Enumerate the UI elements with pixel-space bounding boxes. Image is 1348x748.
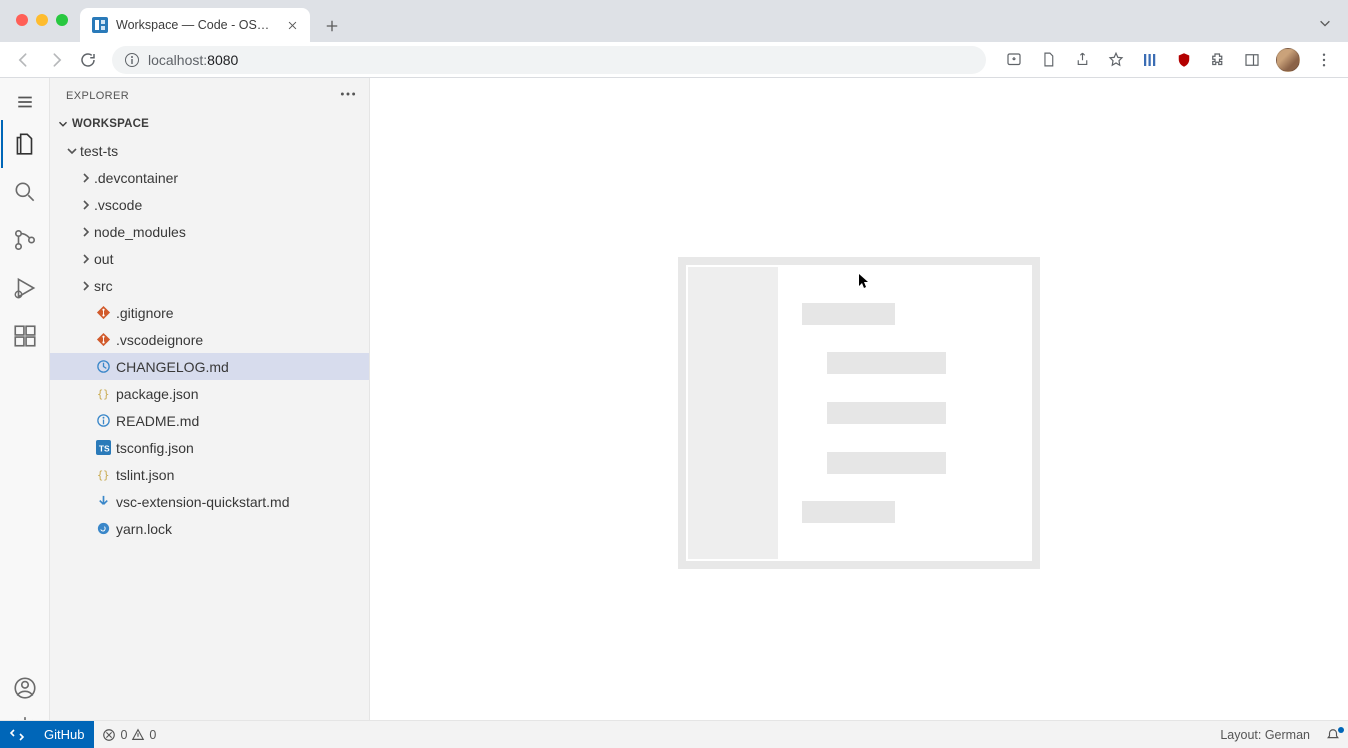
browser-tab[interactable]: Workspace — Code - OSS Dev [80,8,310,42]
site-info-icon[interactable] [124,52,140,68]
git-icon [94,305,112,321]
notifications-button[interactable] [1318,721,1348,748]
activity-debug-button[interactable] [1,264,49,312]
file-name-label: .gitignore [116,305,174,321]
activity-search-button[interactable] [1,168,49,216]
window-minimize-button[interactable] [36,14,48,26]
install-app-icon[interactable] [1004,50,1024,70]
file-name-label: test-ts [80,143,118,159]
extension-dashlane-icon[interactable] [1140,50,1160,70]
twistie-icon[interactable] [78,170,94,186]
activity-bar [0,78,50,748]
activity-extensions-button[interactable] [1,312,49,360]
twistie-icon[interactable] [78,251,94,267]
extension-ublock-icon[interactable] [1174,50,1194,70]
file-row[interactable]: TS tsconfig.json [50,434,369,461]
twistie-icon[interactable] [78,278,94,294]
folder-row[interactable]: src [50,272,369,299]
activity-scm-button[interactable] [1,216,49,264]
address-bar[interactable]: localhost:8080 [112,46,986,74]
svg-text:TS: TS [98,443,109,453]
file-row[interactable]: README.md [50,407,369,434]
ts-icon: TS [94,440,112,456]
info-icon [94,413,112,429]
nav-back-button[interactable] [14,50,34,70]
svg-text:{}: {} [96,388,108,400]
file-name-label: .devcontainer [94,170,178,186]
folder-row[interactable]: out [50,245,369,272]
tabstrip-menu-button[interactable] [1318,16,1332,33]
tab-close-button[interactable] [284,17,300,33]
notification-dot-icon [1338,727,1344,733]
file-row[interactable]: yarn.lock [50,515,369,542]
folder-row[interactable]: node_modules [50,218,369,245]
status-bar: GitHub 0 0 Layout: German [0,720,1348,748]
explorer-title: EXPLORER [66,90,129,102]
file-name-label: CHANGELOG.md [116,359,229,375]
file-icon[interactable] [1038,50,1058,70]
file-name-label: out [94,251,113,267]
folder-row[interactable]: .vscode [50,191,369,218]
file-row[interactable]: {} package.json [50,380,369,407]
app-menu-button[interactable] [1,84,49,120]
file-row[interactable]: .vscodeignore [50,326,369,353]
cursor-arrow-icon [858,273,870,292]
activity-account-button[interactable] [1,668,49,708]
json-icon: {} [94,386,112,402]
tab-favicon-icon [92,17,108,33]
file-name-label: README.md [116,413,199,429]
file-name-label: tslint.json [116,467,174,483]
git-icon [94,332,112,348]
bookmark-star-icon[interactable] [1106,50,1126,70]
folder-row[interactable]: test-ts [50,137,369,164]
file-name-label: yarn.lock [116,521,172,537]
problems-status-button[interactable]: 0 0 [94,721,164,748]
file-row[interactable]: CHANGELOG.md [50,353,369,380]
window-close-button[interactable] [16,14,28,26]
twistie-icon[interactable] [78,224,94,240]
workspace-label: WORKSPACE [72,118,149,130]
twistie-icon[interactable] [64,143,80,159]
file-name-label: src [94,278,113,294]
file-name-label: package.json [116,386,199,402]
file-name-label: node_modules [94,224,186,240]
explorer-more-button[interactable] [339,85,357,106]
file-row[interactable]: {} tslint.json [50,461,369,488]
json-icon: {} [94,467,112,483]
extensions-button[interactable] [1208,50,1228,70]
reload-button[interactable] [78,50,98,70]
file-name-label: .vscode [94,197,142,213]
svg-text:{}: {} [96,469,108,481]
file-name-label: vsc-extension-quickstart.md [116,494,290,510]
github-status-button[interactable]: GitHub [34,721,94,748]
file-row[interactable]: vsc-extension-quickstart.md [50,488,369,515]
window-zoom-button[interactable] [56,14,68,26]
editor-area [370,78,1348,748]
file-row[interactable]: .gitignore [50,299,369,326]
twistie-icon[interactable] [78,197,94,213]
folder-row[interactable]: .devcontainer [50,164,369,191]
clock-icon [94,359,112,375]
share-icon[interactable] [1072,50,1092,70]
new-tab-button[interactable] [318,12,346,40]
nav-forward-button[interactable] [46,50,66,70]
profile-avatar[interactable] [1276,48,1300,72]
editor-watermark [678,257,1040,569]
file-name-label: .vscodeignore [116,332,203,348]
file-name-label: tsconfig.json [116,440,194,456]
sidepanel-button[interactable] [1242,50,1262,70]
yarn-icon [94,521,112,537]
workspace-section-header[interactable]: WORKSPACE [50,113,369,135]
file-tree: test-ts .devcontainer .vscode node_moduleso… [50,135,369,726]
activity-explorer-button[interactable] [1,120,49,168]
browser-menu-button[interactable] [1314,50,1334,70]
arrowdown-icon [94,494,112,510]
remote-button[interactable] [0,721,34,748]
url-text: localhost:8080 [148,52,238,68]
tab-title: Workspace — Code - OSS Dev [116,18,276,32]
layout-status-button[interactable]: Layout: German [1212,721,1318,748]
explorer-sidebar: EXPLORER WORKSPACE test-ts .devcontainer.… [50,78,370,748]
